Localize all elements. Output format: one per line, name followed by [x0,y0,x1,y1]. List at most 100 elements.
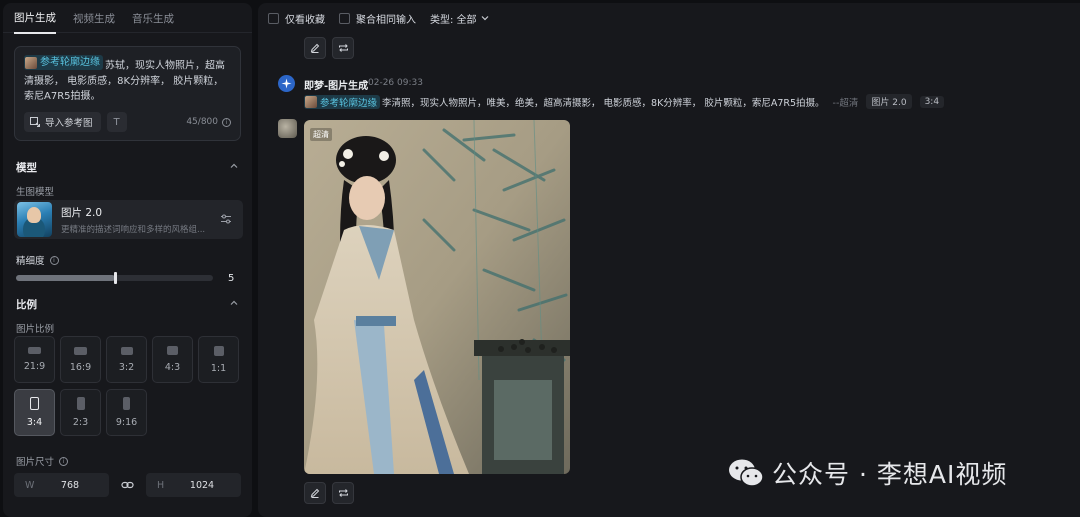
tab-music-generation[interactable]: 音乐生成 [132,3,174,33]
precision-label: 精细度 [16,256,45,267]
prompt-text[interactable]: 参考轮廓边缘 苏轼，现实人物照片，超高清摄影， 电影质感，8K分辨率， 胶片颗粒，… [24,55,231,104]
ratio-option-label: 3:4 [26,417,43,428]
filter-bar: 仅看收藏 聚合相同输入 类型: 全部 [258,3,1080,33]
precision-slider-handle[interactable] [113,272,117,284]
model-tag: 图片 2.0 [866,94,912,109]
ratio-tag: 3:4 [919,95,945,108]
regenerate-button[interactable] [332,482,354,504]
text-icon: T [113,116,120,128]
precision-slider[interactable] [16,272,213,284]
reference-avatar [278,119,297,138]
width-value[interactable]: 768 [51,480,109,491]
type-filter-dropdown[interactable]: 类型: 全部 [430,11,489,26]
ratio-shape-icon [123,397,130,410]
generation-title: 即梦-图片生成 [304,81,369,92]
jimeng-logo-icon [278,75,295,92]
ratio-option-label: 4:3 [164,362,181,373]
favorites-only-label: 仅看收藏 [285,14,325,26]
char-counter: 45/800 i [186,117,231,127]
repeat-icon [338,489,348,497]
generation-date: 02-26 09:33 [368,78,423,88]
reference-thumbnail [25,56,37,69]
sparkle-icon [281,78,292,89]
prompt-input[interactable]: 参考轮廓边缘 苏轼，现实人物照片，超高清摄影， 电影质感，8K分辨率， 胶片颗粒，… [14,46,241,141]
ratio-section-title: 比例 [16,299,37,311]
ratio-shape-icon [120,346,133,355]
width-key: W [25,479,35,491]
text-format-button[interactable]: T [106,112,127,132]
size-label-row: 图片尺寸 i [16,454,69,468]
height-field[interactable]: H 1024 [146,473,241,497]
regenerate-button[interactable] [332,37,354,59]
quality-tag: --超清 [832,97,859,109]
repeat-icon [338,44,348,52]
ratio-sub-label: 图片比例 [16,324,55,335]
merge-same-input-label: 聚合相同输入 [356,14,416,26]
ratio-option-label: 16:9 [69,361,92,373]
chevron-down-icon [481,16,488,21]
ratio-option[interactable]: 9:16 [106,389,147,436]
model-sub-label: 生图模型 [16,187,55,198]
tab-image-generation[interactable]: 图片生成 [14,3,56,34]
model-thumbnail [17,202,52,237]
ratio-option[interactable]: 3:2 [106,336,147,383]
pencil-icon [310,43,320,53]
precision-label-row: 精细度 i [16,253,59,267]
ratio-shape-icon [213,345,224,356]
ratio-option[interactable]: 16:9 [60,336,101,383]
ratio-option-label: 1:1 [210,362,227,374]
import-reference-button[interactable]: 导入参考图 [24,112,101,132]
reference-chip[interactable]: 参考轮廓边缘 [304,94,381,109]
ratio-option[interactable]: 21:9 [14,336,55,383]
merge-same-input-checkbox[interactable]: 聚合相同输入 [339,11,416,26]
checkbox-box [268,12,279,24]
width-field[interactable]: W 768 [14,473,109,497]
ratio-option-label: 9:16 [115,417,138,428]
generation-prompt-text[interactable]: 李清照，现实人物照片，唯美，绝美，超高清摄影， 电影质感，8K分辨率， 胶片颗粒… [382,95,825,109]
chevron-up-icon[interactable] [230,299,238,307]
generation-prompt: 参考轮廓边缘 李清照，现实人物照片，唯美，绝美，超高清摄影， 电影质感，8K分辨… [304,94,945,109]
reference-chip[interactable]: 参考轮廓边缘 [24,55,103,70]
portrait-illustration [304,120,570,474]
model-name: 图片 2.0 [61,206,103,219]
ratio-option[interactable]: 4:3 [152,336,193,383]
info-icon[interactable]: i [222,117,231,127]
reference-thumbnail [305,95,317,108]
info-icon[interactable]: i [59,456,69,466]
height-value[interactable]: 1024 [183,480,241,491]
results-panel: 仅看收藏 聚合相同输入 类型: 全部 即梦-图片生成 02-26 09:33 参… [258,3,1080,517]
wechat-icon [729,459,764,487]
ratio-shape-icon [30,397,39,410]
checkbox-box [339,12,350,24]
generated-image[interactable]: 超清 [304,120,570,474]
ratio-option[interactable]: 1:1 [198,336,239,383]
ratio-option[interactable]: 2:3 [60,389,101,436]
edit-button[interactable] [304,37,326,59]
precision-value: 5 [228,273,235,284]
sliders-icon[interactable] [220,213,232,225]
watermark-text: 公众号 · 李想AI视频 [772,460,1008,489]
left-panel: 图片生成 视频生成 音乐生成 参考轮廓边缘 苏轼，现实人物照片，超高清摄影， 电影… [3,3,252,517]
image-import-icon [30,117,40,127]
ratio-shape-icon [28,347,41,354]
model-selector[interactable]: 图片 2.0 更精准的描述词响应和多样的风格组... [14,200,243,239]
ratio-shape-icon [74,346,87,355]
size-label: 图片尺寸 [16,457,55,468]
ratio-shape-icon [167,346,178,355]
watermark: 公众号 · 李想AI视频 [728,455,1007,491]
favorites-only-checkbox[interactable]: 仅看收藏 [268,11,325,26]
link-icon[interactable] [121,479,134,491]
precision-slider-fill [16,275,115,281]
height-key: H [157,479,165,491]
chevron-up-icon[interactable] [230,162,238,170]
info-icon[interactable]: i [49,255,59,265]
ratio-shape-icon [76,397,85,410]
edit-button[interactable] [304,482,326,504]
reference-chip-label: 参考轮廓边缘 [40,57,100,68]
ratio-option-label: 2:3 [72,417,89,428]
ratio-option[interactable]: 3:4 [14,389,55,436]
tab-video-generation[interactable]: 视频生成 [73,3,115,33]
pencil-icon [310,488,320,498]
type-filter-label: 类型: 全部 [430,14,477,26]
import-reference-label: 导入参考图 [45,118,93,129]
